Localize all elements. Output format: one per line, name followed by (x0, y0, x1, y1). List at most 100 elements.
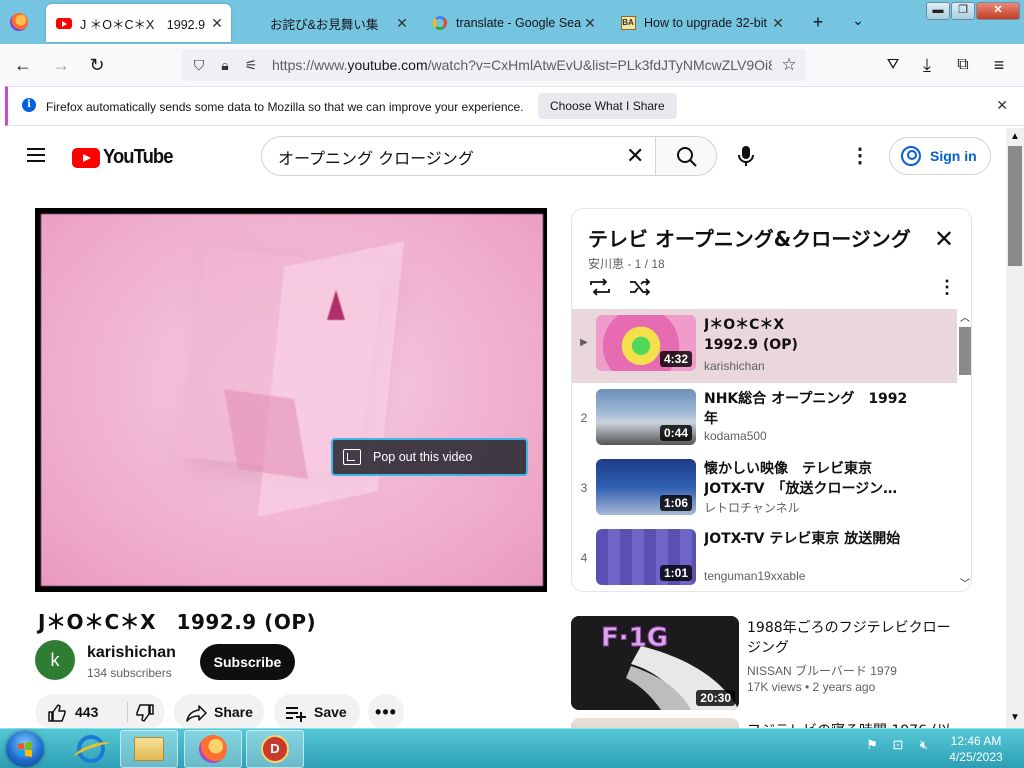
playlist-more-vertical-icon[interactable]: ⋮ (938, 277, 956, 298)
duration-badge: 0:44 (659, 425, 692, 441)
tab-close-icon[interactable]: ✕ (209, 15, 225, 31)
reload-icon[interactable]: ↻ (84, 53, 110, 77)
system-tray: ⚑ ⊡ 🔇︎ (864, 737, 932, 753)
playlist-close-icon[interactable]: ✕ (934, 225, 954, 254)
bookmark-star-icon[interactable]: ☆ (780, 56, 798, 74)
new-tab-plus-icon[interactable]: + (808, 12, 828, 33)
minimize-window-icon[interactable]: ▬ (926, 2, 950, 20)
recommended-video[interactable]: F·1G 20:30 1988年ごろのフジテレビクロージング NISSAN ブル… (571, 616, 971, 712)
settings-more-vertical-icon[interactable]: ⋮ (850, 142, 870, 170)
shield-icon[interactable]: ⛉ (190, 56, 208, 74)
duration-badge: 4:32 (659, 351, 692, 367)
folder-icon (134, 737, 164, 761)
url-prefix: https://www. (272, 57, 348, 73)
playlist-item[interactable]: 3 1:06 懐かしい映像 テレビ東京 JOTX-TV 「放送クロージン… レト… (572, 453, 957, 523)
save-label: Save (314, 704, 347, 720)
video-player[interactable]: Pop out this video (35, 208, 547, 592)
playlist-index: 4 (580, 551, 588, 565)
taskbar-clock[interactable]: 12:46 AM 4/25/2023 (936, 733, 1016, 765)
network-icon[interactable]: ⊡ (890, 737, 906, 753)
youtube-logo[interactable]: YouTube (72, 146, 179, 169)
tab-owabi[interactable]: お詫び&お見舞い集 ✕ (236, 4, 416, 42)
search-input[interactable] (278, 147, 618, 166)
search-box[interactable]: ✕ (261, 136, 655, 176)
playlist-thumbnail: 1:06 (596, 459, 696, 515)
scroll-down-icon[interactable]: ▼ (1010, 712, 1020, 723)
tab-upgrade[interactable]: BA How to upgrade 32-bit to 64-bit ✕ (610, 4, 792, 42)
maximize-window-icon[interactable]: ❐ (951, 2, 975, 20)
youtube-wordmark: YouTube (103, 146, 173, 168)
url-text[interactable]: https://www.youtube.com/watch?v=CxHmlAtw… (272, 57, 772, 73)
guide-menu-icon[interactable] (27, 148, 45, 162)
tab-youtube[interactable]: J ＊O＊C＊X 1992.9 (OP) ✕ (46, 4, 231, 42)
recommended-thumbnail[interactable] (571, 718, 739, 728)
like-dislike-group: 443 (35, 694, 165, 728)
close-window-icon[interactable]: ✕ (976, 2, 1020, 20)
tab-close-icon[interactable]: ✕ (770, 15, 786, 31)
playlist-title[interactable]: テレビ オープニング&クロージング (588, 223, 911, 252)
scroll-up-icon[interactable]: ▲ (1010, 131, 1020, 142)
playlist-scroll-down-icon[interactable]: ﹀ (958, 575, 971, 590)
taskbar-file-explorer[interactable] (120, 730, 178, 768)
extensions-puzzle-icon[interactable]: ⧉ (950, 53, 976, 77)
lock-icon[interactable]: 🔒︎ (216, 56, 234, 74)
tab-close-icon[interactable]: ✕ (394, 15, 410, 31)
app-menu-hamburger-icon[interactable]: ≡ (986, 53, 1012, 77)
like-count[interactable]: 443 (75, 694, 98, 728)
list-tabs-chevron-down-icon[interactable]: ⌄ (848, 12, 868, 29)
volume-muted-icon[interactable]: 🔇︎ (916, 737, 932, 753)
tab-close-icon[interactable]: ✕ (582, 15, 598, 31)
youtube-play-logo-icon (72, 147, 100, 168)
thumbs-down-icon[interactable] (135, 703, 155, 723)
downloads-icon[interactable]: ⤓ (914, 53, 940, 77)
firefox-logo-icon (10, 13, 28, 31)
start-button[interactable] (6, 731, 44, 767)
playlist-scrollbar-thumb[interactable] (959, 327, 971, 375)
search-button[interactable] (655, 136, 717, 176)
thumbs-up-icon[interactable] (47, 703, 67, 723)
firefox-icon (199, 735, 227, 763)
address-bar[interactable]: ⛉ 🔒︎ ⚟ https://www.youtube.com/watch?v=C… (182, 49, 806, 81)
playlist-index: 2 (580, 411, 588, 425)
permissions-icon[interactable]: ⚟ (242, 56, 260, 74)
browser-tab-bar: J ＊O＊C＊X 1992.9 (OP) ✕ お詫び&お見舞い集 ✕ trans… (0, 0, 1024, 44)
scrollbar-thumb[interactable] (1008, 146, 1022, 266)
clear-search-icon[interactable]: ✕ (626, 143, 644, 169)
taskbar-app-d[interactable]: D (246, 730, 304, 768)
recommended-title: 1988年ごろのフジテレビクロージング (747, 620, 951, 656)
taskbar-firefox[interactable] (184, 730, 242, 768)
channel-avatar[interactable]: k (35, 640, 75, 680)
forward-arrow-icon[interactable]: → (48, 53, 74, 77)
recommended-title[interactable]: フジテレビの寝る時間 1976 (以 (747, 720, 951, 728)
playlist-item-title: J＊O＊C＊X 1992.9 (OP) (704, 317, 798, 353)
video-shape (327, 290, 345, 320)
playlist-item[interactable]: 2 0:44 NHK総合 オープニング 1992年 kodama500 (572, 383, 957, 453)
taskbar-internet-explorer[interactable] (62, 730, 120, 768)
action-center-flag-icon[interactable]: ⚑ (864, 737, 880, 753)
voice-search-button[interactable] (728, 136, 764, 176)
notification-close-icon[interactable]: ✕ (996, 97, 1008, 114)
share-label: Share (214, 704, 253, 720)
windows-flag-icon (18, 742, 32, 757)
playlist-item[interactable]: 4 1:01 JOTX-TV テレビ東京 放送開始 tenguman19xxab… (572, 523, 957, 591)
data-notification-bar: i Firefox automatically sends some data … (5, 86, 1024, 126)
page-scrollbar[interactable]: ▲ ▼ (1006, 128, 1024, 728)
tab-google-translate[interactable]: translate - Google Search ✕ (422, 4, 604, 42)
subscribe-button[interactable]: Subscribe (200, 644, 295, 680)
share-button[interactable]: Share (174, 694, 264, 728)
pocket-icon[interactable]: ⛛ (880, 53, 906, 77)
choose-what-i-share-button[interactable]: Choose What I Share (538, 93, 677, 119)
recommended-thumbnail: F·1G 20:30 (571, 616, 739, 710)
playlist-item-title: 懐かしい映像 テレビ東京 JOTX-TV 「放送クロージン… (704, 461, 898, 497)
channel-name[interactable]: karishichan (87, 644, 176, 662)
shuffle-icon[interactable] (628, 277, 652, 297)
back-arrow-icon[interactable]: ← (10, 53, 36, 77)
loop-icon[interactable] (588, 277, 612, 297)
clock-time: 12:46 AM (950, 734, 1002, 748)
pop-out-video-button[interactable]: Pop out this video (331, 438, 528, 476)
playlist-scroll-up-icon[interactable]: ︿ (958, 309, 971, 324)
sign-in-button[interactable]: Sign in (889, 137, 991, 175)
playlist-item[interactable]: ▶ 4:32 J＊O＊C＊X 1992.9 (OP) karishichan (572, 309, 957, 383)
more-actions-button[interactable]: ••• (368, 694, 404, 728)
save-button[interactable]: Save (274, 694, 360, 728)
